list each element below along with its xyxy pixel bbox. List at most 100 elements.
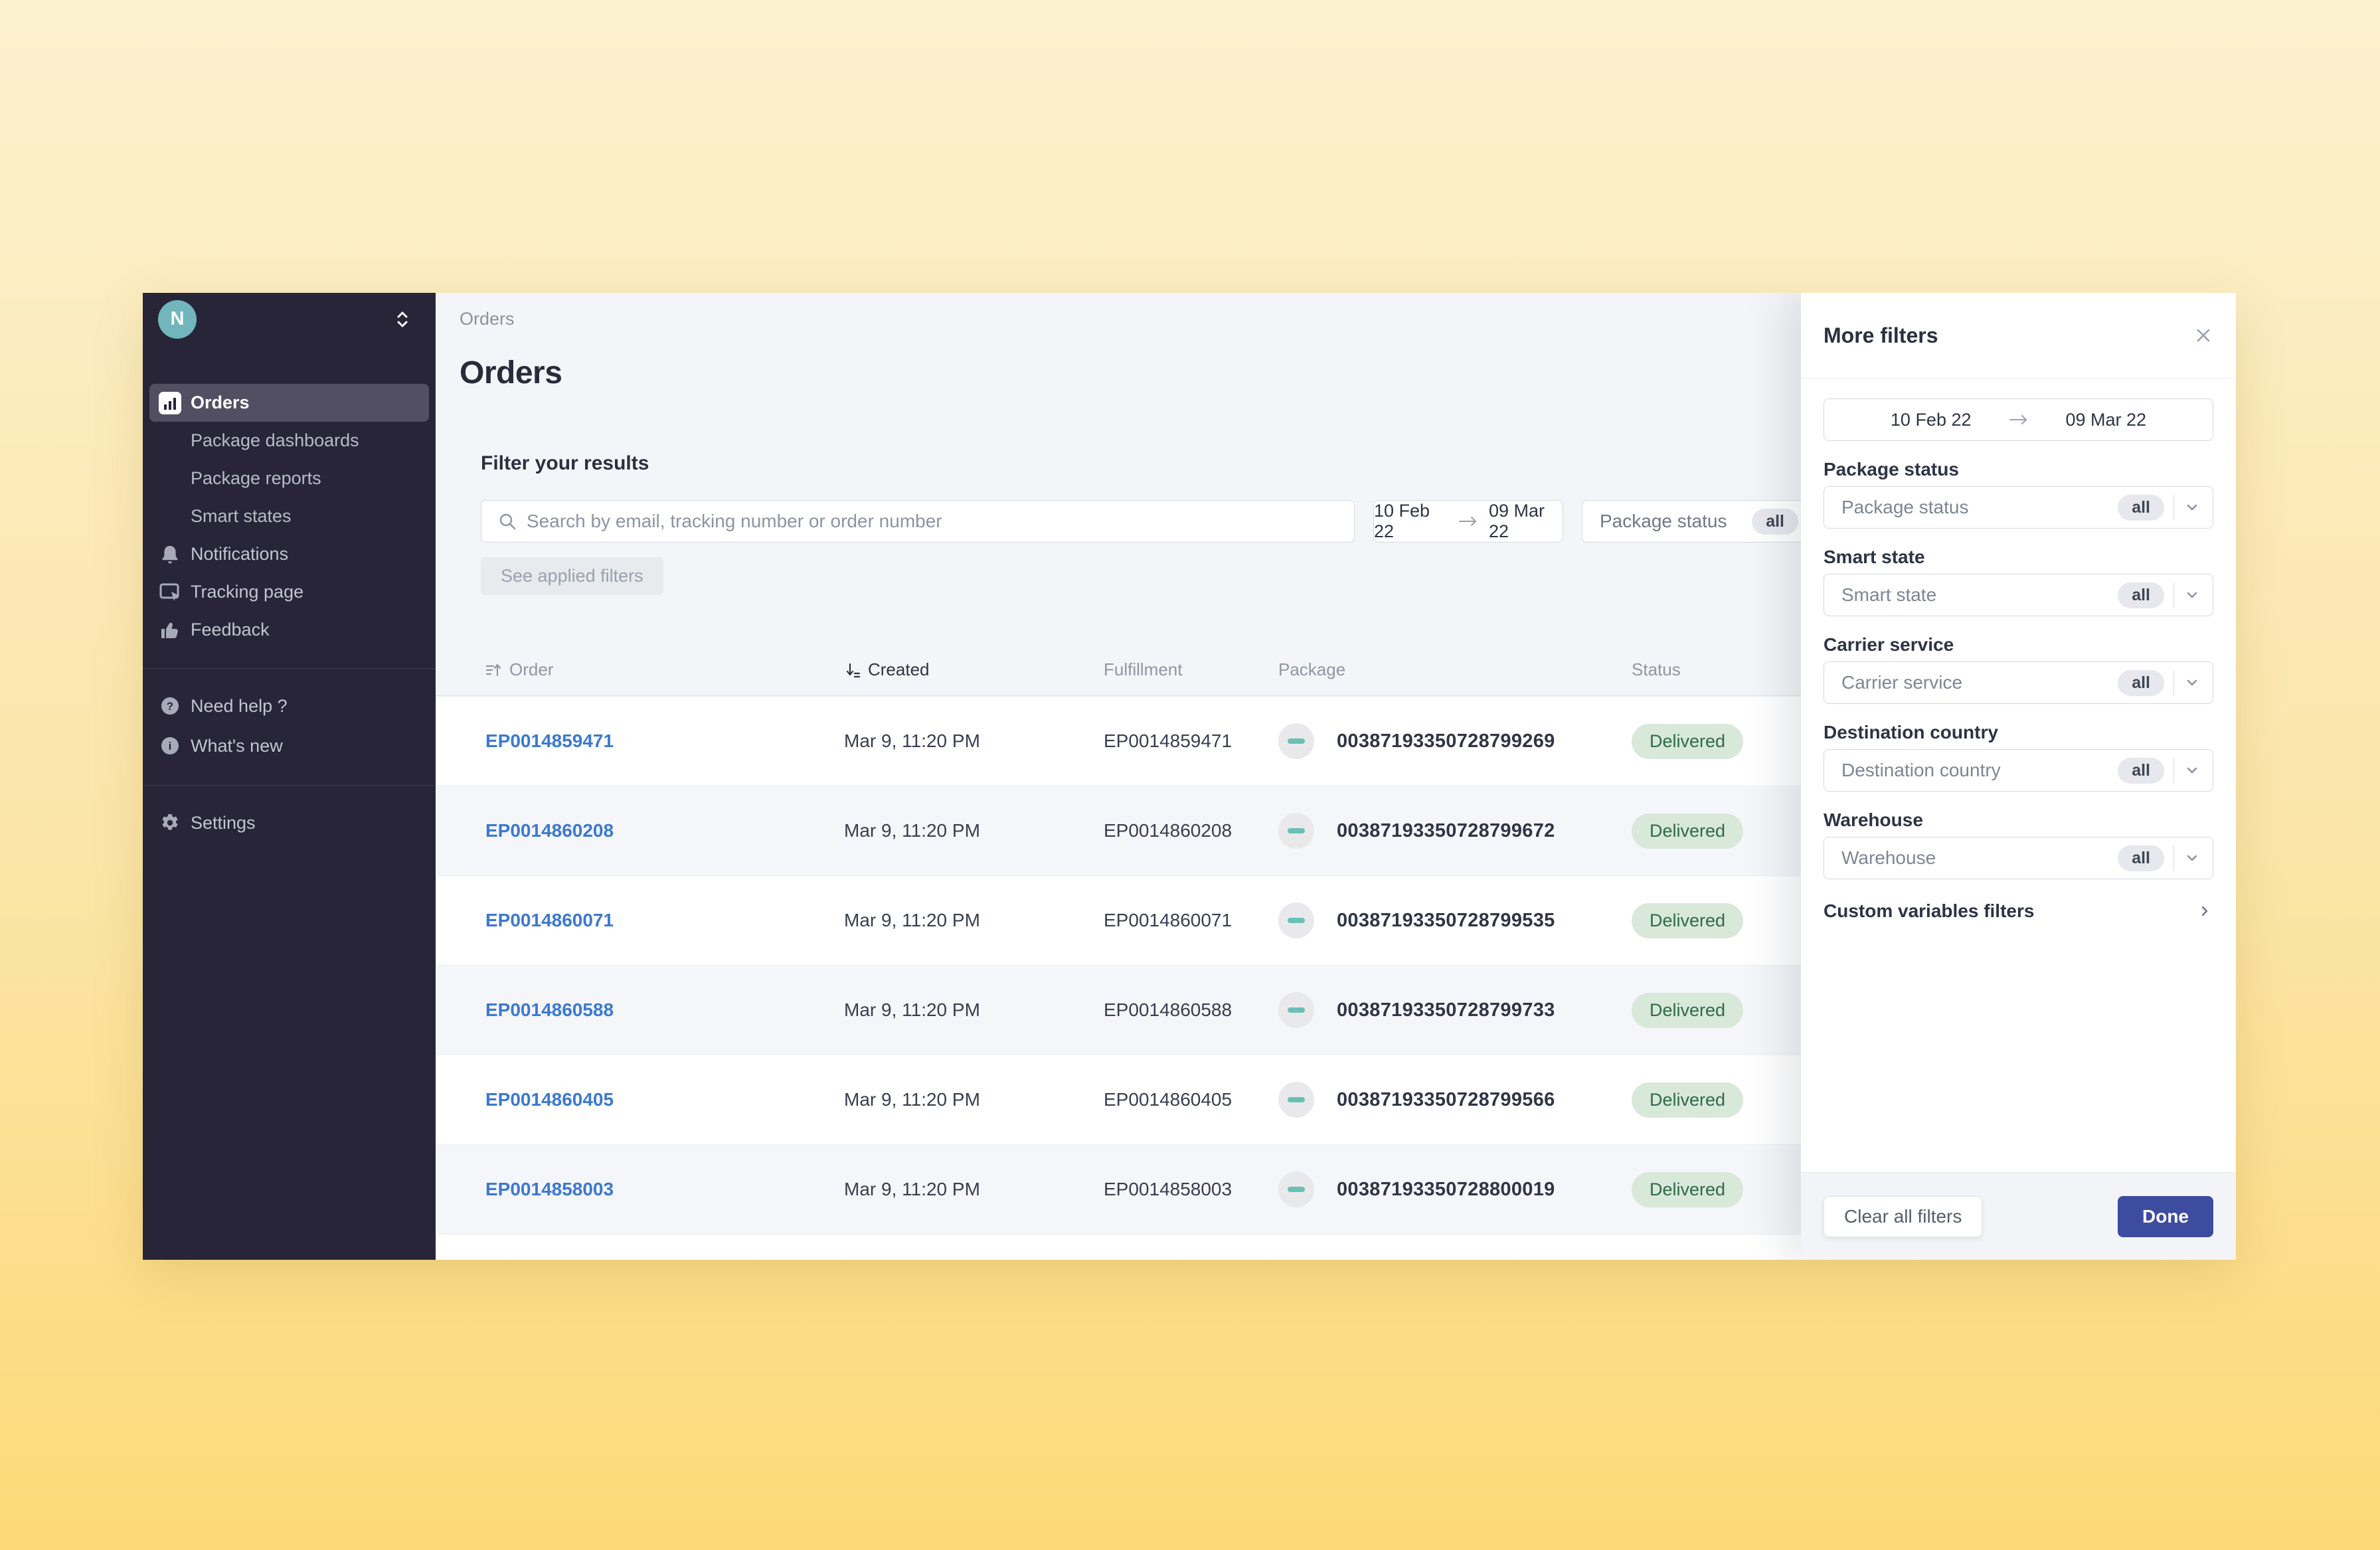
all-badge: all xyxy=(2118,670,2164,696)
fulfillment-cell: EP0014860405 xyxy=(1104,1089,1278,1110)
sidebar-item-label: Settings xyxy=(191,813,256,833)
sidebar: N Orders Package dashboards Packag xyxy=(143,293,436,1260)
svg-text:i: i xyxy=(169,740,172,752)
sidebar-item-package-reports[interactable]: Package reports xyxy=(143,460,436,497)
account-expander-icon[interactable] xyxy=(394,309,410,329)
sort-icon xyxy=(485,661,503,679)
chevron-down-icon xyxy=(2183,499,2201,516)
status-badge: Delivered xyxy=(1632,903,1743,938)
order-link[interactable]: EP0014860405 xyxy=(485,1089,614,1110)
chevron-down-icon xyxy=(2183,849,2201,867)
select-divider xyxy=(2173,758,2174,783)
arrow-right-icon xyxy=(1458,515,1478,527)
clear-all-filters-button[interactable]: Clear all filters xyxy=(1824,1196,1982,1237)
status-badge: Delivered xyxy=(1632,1172,1743,1207)
sidebar-item-label: Package reports xyxy=(191,468,321,489)
order-link[interactable]: EP0014860208 xyxy=(485,820,614,841)
app-window: N Orders Package dashboards Packag xyxy=(143,293,2236,1260)
order-link[interactable]: EP0014859471 xyxy=(485,731,614,751)
filter-label: Smart state xyxy=(1824,546,2213,568)
carrier-logo-icon xyxy=(1278,1082,1314,1118)
thumbs-up-icon xyxy=(159,619,181,642)
warehouse-select[interactable]: Warehouse all xyxy=(1824,837,2213,879)
select-placeholder: Package status xyxy=(1841,497,2108,518)
search-input[interactable] xyxy=(527,511,1338,532)
search-icon xyxy=(497,511,517,531)
order-link[interactable]: EP0014860588 xyxy=(485,999,614,1020)
all-badge: all xyxy=(2118,582,2164,608)
sidebar-item-label: Tracking page xyxy=(191,582,303,602)
help-circle-icon: ? xyxy=(159,695,181,717)
column-header-fulfillment[interactable]: Fulfillment xyxy=(1104,659,1278,680)
smart-state-select[interactable]: Smart state all xyxy=(1824,574,2213,616)
filter-label: Carrier service xyxy=(1824,634,2213,656)
created-cell: Mar 9, 11:20 PM xyxy=(844,731,1104,752)
sidebar-item-package-dashboards[interactable]: Package dashboards xyxy=(143,422,436,460)
column-header-package[interactable]: Package xyxy=(1278,659,1632,680)
carrier-logo-icon xyxy=(1278,992,1314,1028)
sidebar-item-smart-states[interactable]: Smart states xyxy=(143,497,436,535)
gear-icon xyxy=(159,812,181,834)
status-badge: Delivered xyxy=(1632,814,1743,849)
select-placeholder: Warehouse xyxy=(1841,847,2108,869)
bell-icon xyxy=(159,543,181,566)
sidebar-divider xyxy=(143,668,436,669)
sidebar-divider xyxy=(143,785,436,786)
panel-title: More filters xyxy=(1824,323,1938,348)
filter-section-package-status: Package status Package status all xyxy=(1824,458,2213,529)
select-placeholder: Carrier service xyxy=(1841,672,2108,693)
panel-date-range-picker[interactable]: 10 Feb 22 09 Mar 22 xyxy=(1824,398,2213,441)
sort-desc-icon xyxy=(844,661,861,679)
done-button[interactable]: Done xyxy=(2118,1196,2213,1237)
column-header-order[interactable]: Order xyxy=(485,659,844,680)
close-icon[interactable] xyxy=(2193,325,2213,345)
filter-section-warehouse: Warehouse Warehouse all xyxy=(1824,809,2213,879)
column-header-created[interactable]: Created xyxy=(844,659,1104,680)
bar-chart-icon xyxy=(159,392,181,414)
date-from: 10 Feb 22 xyxy=(1891,410,1972,430)
sidebar-item-settings[interactable]: Settings xyxy=(143,803,436,843)
filter-section-carrier-service: Carrier service Carrier service all xyxy=(1824,634,2213,704)
destination-country-select[interactable]: Destination country all xyxy=(1824,749,2213,792)
package-status-select[interactable]: Package status all xyxy=(1824,486,2213,529)
date-range-picker[interactable]: 10 Feb 22 09 Mar 22 xyxy=(1373,500,1563,543)
order-link[interactable]: EP0014858003 xyxy=(485,1179,614,1199)
select-divider xyxy=(2173,582,2174,608)
sidebar-item-orders[interactable]: Orders xyxy=(149,384,429,422)
tracking-number: 00387193350728799566 xyxy=(1337,1089,1555,1111)
status-badge: Delivered xyxy=(1632,1082,1743,1118)
sidebar-item-tracking-page[interactable]: Tracking page xyxy=(143,573,436,611)
filter-section-destination-country: Destination country Destination country … xyxy=(1824,721,2213,792)
chevron-down-icon xyxy=(2183,674,2201,691)
fulfillment-cell: EP0014860588 xyxy=(1104,999,1278,1021)
created-cell: Mar 9, 11:20 PM xyxy=(844,999,1104,1021)
sidebar-item-notifications[interactable]: Notifications xyxy=(143,535,436,573)
sidebar-item-feedback[interactable]: Feedback xyxy=(143,611,436,649)
avatar[interactable]: N xyxy=(158,300,197,339)
chevron-down-icon xyxy=(2183,586,2201,604)
tracking-number: 00387193350728800019 xyxy=(1337,1179,1555,1201)
tracking-number: 00387193350728799269 xyxy=(1337,731,1555,752)
chevron-right-icon xyxy=(2196,903,2213,920)
see-applied-filters-button[interactable]: See applied filters xyxy=(481,557,663,595)
info-circle-icon: i xyxy=(159,734,181,757)
select-divider xyxy=(2173,670,2174,695)
arrow-right-icon xyxy=(2009,414,2029,426)
status-badge: Delivered xyxy=(1632,993,1743,1028)
select-divider xyxy=(2173,495,2174,520)
fulfillment-cell: EP0014858003 xyxy=(1104,1179,1278,1200)
fulfillment-cell: EP0014859471 xyxy=(1104,731,1278,752)
tracking-number: 00387193350728799535 xyxy=(1337,910,1555,932)
sidebar-item-label: Package dashboards xyxy=(191,430,359,451)
custom-variables-filters[interactable]: Custom variables filters xyxy=(1824,897,2213,926)
sidebar-item-whats-new[interactable]: i What's new xyxy=(143,726,436,766)
carrier-service-select[interactable]: Carrier service all xyxy=(1824,661,2213,704)
sidebar-item-need-help[interactable]: ? Need help ? xyxy=(143,686,436,726)
select-placeholder: Smart state xyxy=(1841,584,2108,606)
created-cell: Mar 9, 11:20 PM xyxy=(844,1089,1104,1110)
order-link[interactable]: EP0014860071 xyxy=(485,910,614,930)
created-cell: Mar 9, 11:20 PM xyxy=(844,910,1104,931)
filter-label: Destination country xyxy=(1824,721,2213,744)
select-placeholder: Destination country xyxy=(1841,760,2108,781)
date-to: 09 Mar 22 xyxy=(1489,501,1563,542)
